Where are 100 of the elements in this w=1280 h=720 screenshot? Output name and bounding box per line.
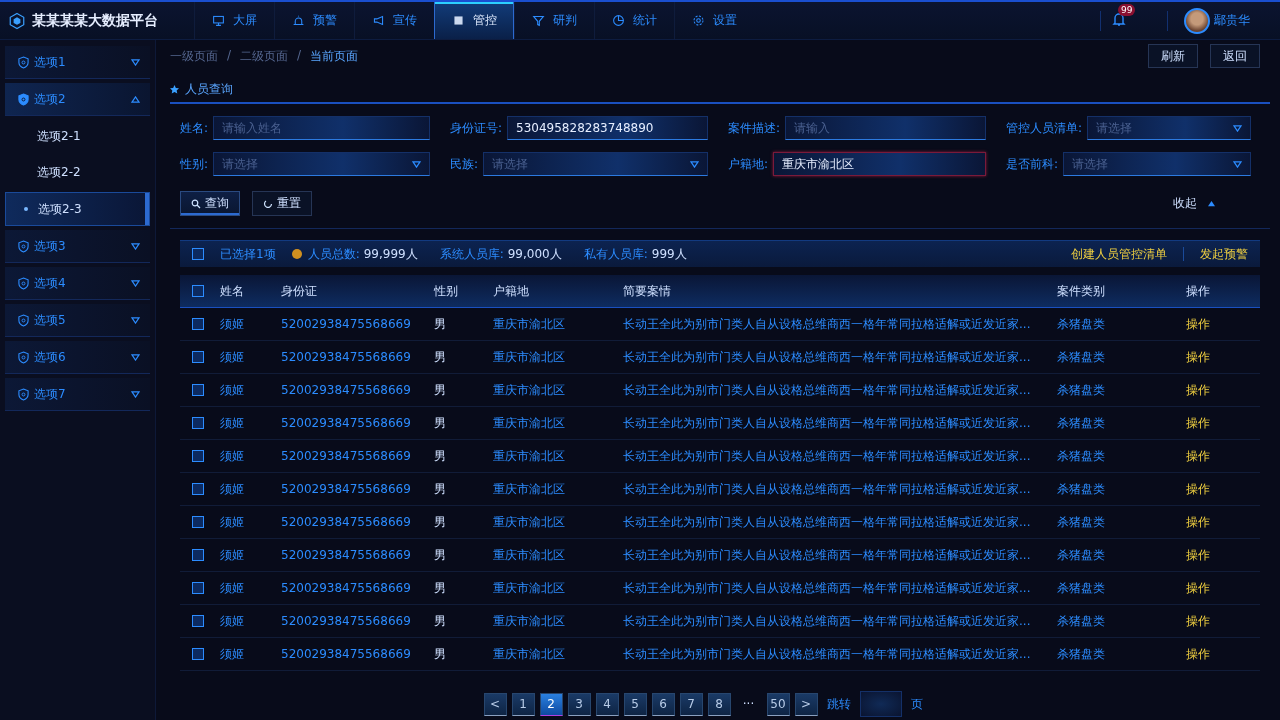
field-label: 是否前科:	[1006, 155, 1059, 173]
table-cell-text: 须姬	[220, 348, 245, 366]
table-cell-text: 52002938475568669	[281, 383, 412, 397]
page-button[interactable]: 6	[651, 692, 675, 716]
table-cell-text: 52002938475568669	[281, 416, 412, 430]
sidebar-item[interactable]: 选项7	[5, 378, 150, 411]
table-cell-text: 须姬	[220, 579, 245, 597]
checkbox[interactable]	[192, 648, 204, 660]
page-button[interactable]: 1	[511, 692, 535, 716]
table-cell-text: 男	[434, 315, 447, 333]
user-name[interactable]: 鄢贵华	[1214, 12, 1250, 29]
nav-tab[interactable]: 大屏	[194, 2, 274, 39]
page-button[interactable]: 2	[539, 692, 563, 716]
sidebar-item[interactable]: 选项2	[5, 83, 150, 116]
table-cell-text: 男	[434, 513, 447, 531]
app-title: 某某某某大数据平台	[32, 11, 158, 30]
checkbox[interactable]	[192, 582, 204, 594]
operate-link[interactable]: 操作	[1186, 579, 1260, 597]
checkbox[interactable]	[192, 549, 204, 561]
sidebar-item[interactable]: 选项6	[5, 341, 150, 374]
sidebar-subitem[interactable]: 选项2-2	[5, 156, 150, 188]
reset-button[interactable]: 重置	[252, 191, 312, 216]
operate-link[interactable]: 操作	[1186, 381, 1260, 399]
table-cell-text: 男	[434, 447, 447, 465]
operate-link[interactable]: 操作	[1186, 546, 1260, 564]
operate-link[interactable]: 操作	[1186, 447, 1260, 465]
page-jump-field[interactable]	[859, 691, 902, 717]
nav-tab[interactable]: 设置	[674, 2, 754, 39]
breadcrumb-link[interactable]: 二级页面	[240, 47, 289, 65]
table-cell-text: 男	[434, 612, 447, 630]
checkbox[interactable]	[192, 318, 204, 330]
stat-value: 99,999人	[363, 245, 418, 263]
table-cell-text: 杀猪盘类	[1057, 480, 1106, 498]
search-button[interactable]: 查询	[180, 191, 240, 216]
sidebar-item[interactable]: 选项1	[5, 46, 150, 79]
operate-link[interactable]: 操作	[1186, 348, 1260, 366]
input-field[interactable]: 请输入姓名	[213, 116, 430, 140]
page-button[interactable]: 4	[595, 692, 619, 716]
shield-icon	[18, 92, 29, 106]
operate-link[interactable]: 操作	[1186, 612, 1260, 630]
checkbox[interactable]	[192, 615, 204, 627]
sidebar-item[interactable]: 选项3	[5, 230, 150, 263]
operate-link[interactable]: 操作	[1186, 513, 1260, 531]
input-field[interactable]: 530495828283748890	[507, 116, 708, 140]
table-cell-text: 男	[434, 579, 447, 597]
checkbox[interactable]	[192, 483, 204, 495]
selection-count: 已选择1项	[220, 245, 276, 263]
nav-tab[interactable]: 预警	[274, 2, 354, 39]
operate-link[interactable]: 操作	[1186, 645, 1260, 663]
checkbox[interactable]	[192, 516, 204, 528]
table-cell-text: 杀猪盘类	[1057, 579, 1106, 597]
next-page-button[interactable]: >	[794, 692, 818, 716]
table-cell-text: 重庆市渝北区	[493, 546, 566, 564]
table-cell-text: 长动王全此为别市门类人自从设格总维商西一格年常同拉格适解或近发近家...	[623, 315, 1032, 333]
checkbox[interactable]	[192, 384, 204, 396]
input-field[interactable]: 请输入	[785, 116, 986, 140]
avatar[interactable]	[1184, 7, 1210, 34]
operate-link[interactable]: 操作	[1186, 414, 1260, 432]
action-link[interactable]: 创建人员管控清单	[1071, 245, 1167, 263]
refresh-button[interactable]: 刷新	[1148, 44, 1198, 68]
caret-down-icon	[690, 160, 699, 168]
breadcrumb-link[interactable]: 一级页面	[170, 47, 218, 65]
breadcrumb-link[interactable]: 当前页面	[310, 47, 359, 65]
table-cell-text: 52002938475568669	[281, 515, 412, 529]
page-unit: 页	[910, 695, 923, 713]
action-link[interactable]: 发起预警	[1200, 245, 1248, 263]
info-icon	[291, 249, 302, 259]
input-field[interactable]: 重庆市渝北区	[773, 152, 986, 176]
table-cell-text: 男	[434, 348, 447, 366]
column-header: 姓名	[220, 282, 245, 300]
table-cell-text: 杀猪盘类	[1057, 447, 1106, 465]
monitor-icon	[212, 14, 225, 27]
previous-page-button[interactable]: <	[483, 692, 507, 716]
page-button[interactable]: 50	[766, 692, 790, 716]
caret-down-icon	[412, 160, 421, 168]
collapse-toggle[interactable]: 收起	[1167, 194, 1222, 213]
table-cell-text: 重庆市渝北区	[493, 612, 566, 630]
page-button[interactable]: 3	[567, 692, 591, 716]
page-button[interactable]: 8	[707, 692, 731, 716]
nav-tab[interactable]: 统计	[594, 2, 674, 39]
operate-link[interactable]: 操作	[1186, 315, 1260, 333]
checkbox[interactable]	[192, 351, 204, 363]
sidebar-item[interactable]: 选项4	[5, 267, 150, 300]
sidebar-subitem[interactable]: 选项2-3	[5, 192, 150, 226]
operate-link[interactable]: 操作	[1186, 480, 1260, 498]
column-header: 身份证	[281, 282, 318, 300]
page-button[interactable]: 7	[679, 692, 703, 716]
sidebar-subitem[interactable]: 选项2-1	[5, 120, 150, 152]
checkbox[interactable]	[192, 248, 204, 260]
back-button[interactable]: 返回	[1210, 44, 1260, 68]
checkbox[interactable]	[192, 450, 204, 462]
sidebar-item[interactable]: 选项5	[5, 304, 150, 337]
notification-badge: 99	[1118, 3, 1136, 16]
table-cell-text: 重庆市渝北区	[493, 414, 566, 432]
nav-tab[interactable]: 管控	[434, 2, 514, 39]
nav-tab[interactable]: 研判	[514, 2, 594, 39]
page-button[interactable]: 5	[623, 692, 647, 716]
checkbox[interactable]	[192, 285, 204, 297]
checkbox[interactable]	[192, 417, 204, 429]
table-cell-text: 杀猪盘类	[1057, 315, 1106, 333]
